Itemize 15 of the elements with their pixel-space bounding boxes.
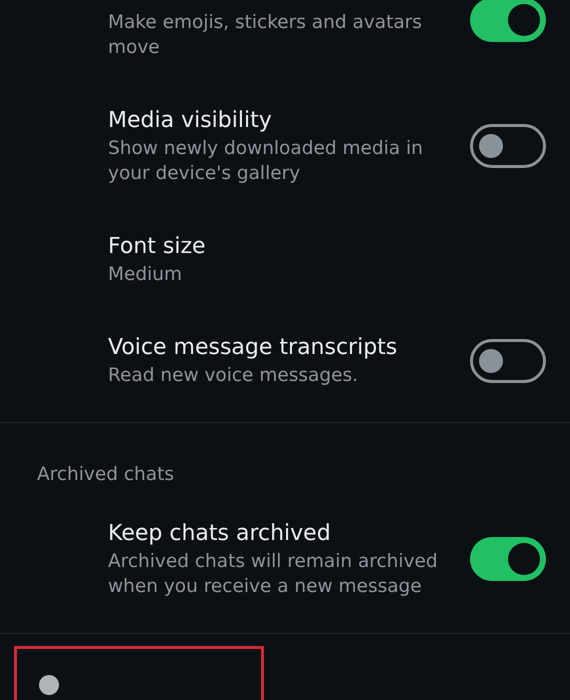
setting-description: Archived chats will remain archived when you receive a new message (108, 550, 439, 599)
setting-description: Read new voice messages. (108, 364, 359, 388)
setting-description: Make emojis, stickers and avatars move (108, 11, 423, 60)
setting-title: Voice message transcripts (108, 334, 398, 362)
setting-title: Keep chats archived (108, 520, 332, 548)
setting-title: Font size (108, 233, 207, 261)
setting-row[interactable]: Media visibility Show newly downloaded media in your device's gallery (0, 92, 570, 200)
setting-description: Show newly downloaded media in your device's gallery (108, 137, 424, 186)
setting-row[interactable]: Voice message transcripts Read new voice messages. (0, 319, 570, 402)
setting-row[interactable]: Font size Medium (0, 218, 570, 301)
section-heading: Archived chats (36, 462, 175, 487)
setting-description: Medium (108, 263, 183, 287)
setting-row[interactable]: Keep chats archived Archived chats will remain archived when you receive a new message (0, 504, 570, 613)
setting-title: Media visibility (108, 107, 273, 135)
setting-row[interactable]: Make emojis, stickers and avatars move (0, 0, 570, 74)
